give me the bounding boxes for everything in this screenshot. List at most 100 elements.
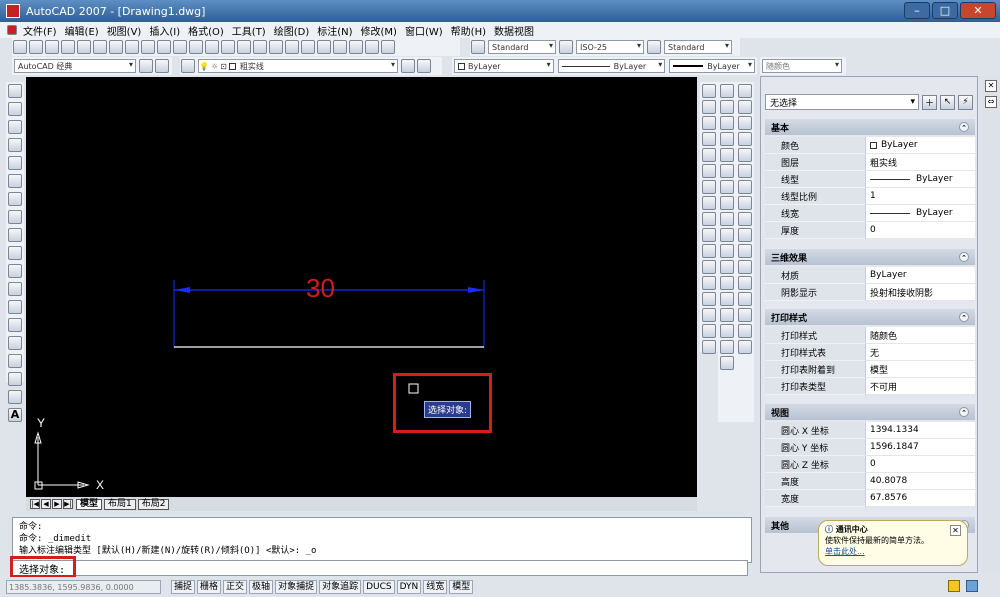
properties-icon[interactable]	[285, 40, 299, 54]
layer-manager-icon[interactable]	[181, 59, 195, 73]
menu-file[interactable]: 文件(F)	[23, 23, 57, 38]
undo-icon[interactable]	[189, 40, 203, 54]
table-style-icon[interactable]	[647, 40, 661, 54]
menu-draw[interactable]: 绘图(D)	[274, 23, 310, 38]
copy-icon[interactable]	[125, 40, 139, 54]
redo-icon[interactable]	[205, 40, 219, 54]
tool-palettes-icon[interactable]	[317, 40, 331, 54]
lineweight-select[interactable]: ByLayer	[669, 59, 755, 73]
tab-model[interactable]: 模型	[76, 498, 103, 510]
ordinate-dim-icon[interactable]	[720, 132, 734, 146]
section-view[interactable]: 视图 ⌃	[765, 404, 975, 420]
trim-icon[interactable]	[702, 228, 716, 242]
text-style-icon[interactable]	[471, 40, 485, 54]
my-workspace-icon[interactable]	[155, 59, 169, 73]
aligned-dim-icon[interactable]	[720, 100, 734, 114]
menu-edit[interactable]: 编辑(E)	[65, 23, 99, 38]
menu-modify[interactable]: 修改(M)	[361, 23, 397, 38]
save-icon[interactable]	[45, 40, 59, 54]
cone-icon[interactable]	[738, 132, 752, 146]
balloon-link[interactable]: 单击此处...	[825, 546, 961, 557]
construction-line-icon[interactable]	[8, 102, 22, 116]
otrack-toggle[interactable]: 对象追踪	[319, 580, 362, 594]
prop-value[interactable]: 无	[865, 344, 975, 361]
extrude-icon[interactable]	[738, 228, 752, 242]
communication-center-icon[interactable]	[948, 580, 960, 592]
prop-row-lineweight[interactable]: 线宽 ByLayer	[765, 205, 975, 222]
toolbar-lock-icon[interactable]	[966, 580, 978, 592]
polygon-icon[interactable]	[8, 138, 22, 152]
prop-row-plot-style[interactable]: 打印样式 随颜色	[765, 327, 975, 344]
zoom-realtime-icon[interactable]	[237, 40, 251, 54]
lineweight-toggle[interactable]: 线宽	[423, 580, 448, 594]
table-style-select[interactable]: Standard	[664, 40, 732, 54]
intersect-icon[interactable]	[738, 340, 752, 354]
minimize-button[interactable]: –	[904, 2, 930, 19]
move-icon[interactable]	[702, 164, 716, 178]
explode-icon[interactable]	[702, 340, 716, 354]
palette-title-strip[interactable]: ✕ ⇔	[982, 76, 1000, 573]
polar-toggle[interactable]: 极轴	[249, 580, 274, 594]
prop-row-material[interactable]: 材质 ByLayer	[765, 267, 975, 284]
pyramid-icon[interactable]	[738, 180, 752, 194]
arc-icon[interactable]	[8, 174, 22, 188]
palette-close-icon[interactable]: ✕	[985, 80, 997, 92]
chamfer-icon[interactable]	[702, 308, 716, 322]
prop-row-linetype[interactable]: 线型 ByLayer	[765, 171, 975, 188]
sheet-set-icon[interactable]	[333, 40, 347, 54]
color-select[interactable]: ByLayer	[454, 59, 554, 73]
rotate-icon[interactable]	[702, 180, 716, 194]
gradient-icon[interactable]	[8, 354, 22, 368]
scale-icon[interactable]	[702, 196, 716, 210]
zoom-window-icon[interactable]	[253, 40, 267, 54]
prev-tab-icon[interactable]: ◀	[41, 499, 51, 509]
prop-value[interactable]: 40.8078	[865, 473, 975, 490]
section-basic[interactable]: 基本 ⌃	[765, 119, 975, 135]
dim-style-icon[interactable]	[559, 40, 573, 54]
prop-row-center-x[interactable]: 圆心 X 坐标 1394.1334	[765, 422, 975, 439]
menu-tools[interactable]: 工具(T)	[232, 23, 266, 38]
subtract-icon[interactable]	[738, 324, 752, 338]
publish-icon[interactable]	[93, 40, 107, 54]
spline-icon[interactable]	[8, 228, 22, 242]
box-icon[interactable]	[738, 84, 752, 98]
osnap-toggle[interactable]: 对象捕捉	[275, 580, 318, 594]
break-icon[interactable]	[702, 276, 716, 290]
torus-icon[interactable]	[738, 164, 752, 178]
prop-value[interactable]: ByLayer	[865, 205, 975, 222]
presspull-icon[interactable]	[738, 244, 752, 258]
ellipse-arc-icon[interactable]	[8, 264, 22, 278]
prop-row-plot-type[interactable]: 打印表类型 不可用	[765, 378, 975, 395]
prop-row-center-z[interactable]: 圆心 Z 坐标 0	[765, 456, 975, 473]
linear-dim-icon[interactable]	[720, 84, 734, 98]
layer-previous-icon[interactable]	[417, 59, 431, 73]
linetype-select[interactable]: ByLayer	[557, 59, 666, 73]
prop-row-thickness[interactable]: 厚度 0	[765, 222, 975, 239]
select-objects-icon[interactable]: ↖	[940, 94, 955, 110]
prop-row-shadow[interactable]: 阴影显示 投射和接收阴影	[765, 284, 975, 301]
tab-layout1[interactable]: 布局1	[104, 498, 136, 510]
markup-icon[interactable]	[349, 40, 363, 54]
layer-select[interactable]: 💡 ☼ ⊡ 粗实线	[198, 59, 398, 73]
new-icon[interactable]	[13, 40, 27, 54]
prop-row-layer[interactable]: 图层 粗实线	[765, 154, 975, 171]
dim-text-edit-icon[interactable]	[720, 324, 734, 338]
insert-block-icon[interactable]	[8, 282, 22, 296]
section-plot-style[interactable]: 打印样式 ⌃	[765, 309, 975, 325]
calculator-icon[interactable]	[365, 40, 379, 54]
menu-view[interactable]: 视图(V)	[107, 23, 142, 38]
cylinder-icon[interactable]	[738, 116, 752, 130]
prop-row-center-y[interactable]: 圆心 Y 坐标 1596.1847	[765, 439, 975, 456]
prop-value[interactable]: 1394.1334	[865, 422, 975, 439]
prop-value[interactable]: 投射和接收阴影	[865, 284, 975, 301]
stretch-icon[interactable]	[702, 212, 716, 226]
prop-value[interactable]: 1596.1847	[865, 439, 975, 456]
prop-value[interactable]: 模型	[865, 361, 975, 378]
match-properties-icon[interactable]	[157, 40, 171, 54]
maximize-button[interactable]: □	[932, 2, 958, 19]
join-icon[interactable]	[702, 292, 716, 306]
close-button[interactable]: ✕	[960, 2, 996, 19]
balloon-close-icon[interactable]: ✕	[950, 525, 961, 536]
jogged-dim-icon[interactable]	[720, 164, 734, 178]
prop-value[interactable]: 不可用	[865, 378, 975, 395]
